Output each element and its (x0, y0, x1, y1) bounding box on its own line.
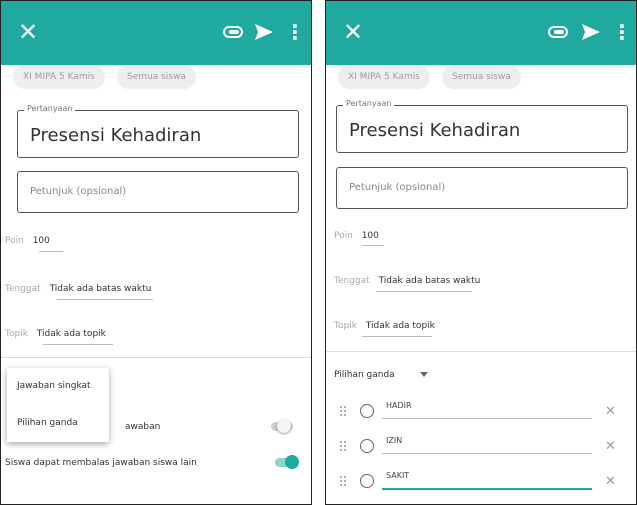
edit-answer-label: awaban (125, 422, 161, 432)
class-chip[interactable]: XI MIPA 5 Kamis (13, 65, 105, 89)
reply-toggle[interactable] (273, 455, 299, 469)
topic-field[interactable]: Topik Tidak ada topik (5, 329, 106, 339)
points-field[interactable]: Poin 100 (5, 236, 50, 246)
question-type-selected[interactable]: Pilihan ganda (334, 370, 395, 380)
option-row[interactable]: SAKIT ✕ (326, 468, 636, 496)
due-field[interactable]: Tenggat Tidak ada batas waktu (334, 276, 480, 286)
points-value: 100 (361, 231, 379, 241)
points-field[interactable]: Poin 100 (334, 231, 379, 241)
option-text[interactable]: HADIR (386, 401, 412, 410)
more-vert-icon[interactable]: ⋮ (612, 20, 632, 44)
topic-field[interactable]: Topik Tidak ada topik (334, 321, 435, 331)
remove-option-icon[interactable]: ✕ (605, 439, 616, 454)
due-label: Tenggat (5, 284, 41, 294)
chip-row: XI MIPA 5 Kamis Semua siswa (1, 65, 311, 91)
points-value: 100 (32, 236, 50, 246)
question-value: Presensi Kehadiran (349, 120, 521, 141)
edit-answer-toggle[interactable] (269, 419, 295, 433)
radio-icon (360, 474, 374, 488)
instructions-field[interactable]: Petunjuk (opsional) (336, 167, 628, 209)
points-label: Poin (334, 231, 353, 241)
drag-handle-icon[interactable] (340, 441, 348, 453)
question-type-menu: Jawaban singkat Pilihan ganda (7, 368, 109, 442)
app-bar: ✕ ⋮ (326, 1, 636, 65)
students-chip[interactable]: Semua siswa (442, 65, 521, 89)
option-text[interactable]: SAKIT (386, 471, 409, 480)
question-field[interactable]: Pertanyaan Presensi Kehadiran (17, 104, 299, 158)
drag-handle-icon[interactable] (340, 476, 348, 488)
send-icon[interactable] (580, 21, 602, 43)
close-icon[interactable]: ✕ (340, 19, 366, 45)
menu-item-multiple-choice[interactable]: Pilihan ganda (17, 418, 78, 428)
app-bar: ✕ ⋮ (1, 1, 311, 65)
reply-label: Siswa dapat membalas jawaban siswa lain (5, 458, 197, 468)
radio-icon (360, 439, 374, 453)
remove-option-icon[interactable]: ✕ (605, 404, 616, 419)
remove-option-icon[interactable]: ✕ (605, 474, 616, 489)
chip-row: XI MIPA 5 Kamis Semua siswa (326, 65, 636, 91)
menu-item-short-answer[interactable]: Jawaban singkat (17, 381, 91, 391)
option-row[interactable]: IZIN ✕ (326, 433, 636, 461)
right-screen: ✕ ⋮ XI MIPA 5 Kamis Semua siswa Pertanya… (325, 0, 637, 505)
radio-icon (360, 404, 374, 418)
attach-icon[interactable] (548, 25, 568, 39)
topic-label: Topik (5, 329, 28, 339)
question-value: Presensi Kehadiran (30, 125, 202, 146)
option-text[interactable]: IZIN (386, 436, 402, 445)
due-field[interactable]: Tenggat Tidak ada batas waktu (5, 284, 151, 294)
send-icon[interactable] (253, 21, 275, 43)
question-field[interactable]: Pertanyaan Presensi Kehadiran (336, 99, 628, 153)
more-vert-icon[interactable]: ⋮ (285, 20, 305, 44)
question-legend: Pertanyaan (24, 104, 76, 113)
instructions-placeholder: Petunjuk (opsional) (349, 182, 446, 193)
instructions-field[interactable]: Petunjuk (opsional) (17, 171, 299, 213)
chevron-down-icon[interactable] (420, 372, 428, 377)
close-icon[interactable]: ✕ (15, 19, 41, 45)
students-chip[interactable]: Semua siswa (117, 65, 196, 89)
topic-value: Tidak ada topik (36, 329, 106, 339)
instructions-placeholder: Petunjuk (opsional) (30, 186, 127, 197)
class-chip[interactable]: XI MIPA 5 Kamis (338, 65, 430, 89)
points-label: Poin (5, 236, 24, 246)
due-label: Tenggat (334, 276, 370, 286)
drag-handle-icon[interactable] (340, 406, 348, 418)
due-value: Tidak ada batas waktu (49, 284, 152, 294)
attach-icon[interactable] (223, 25, 243, 39)
question-legend: Pertanyaan (343, 99, 395, 108)
left-screen: ✕ ⋮ XI MIPA 5 Kamis Semua siswa Pertanya… (0, 0, 312, 505)
topic-label: Topik (334, 321, 357, 331)
due-value: Tidak ada batas waktu (378, 276, 481, 286)
topic-value: Tidak ada topik (365, 321, 435, 331)
option-row[interactable]: HADIR ✕ (326, 398, 636, 426)
